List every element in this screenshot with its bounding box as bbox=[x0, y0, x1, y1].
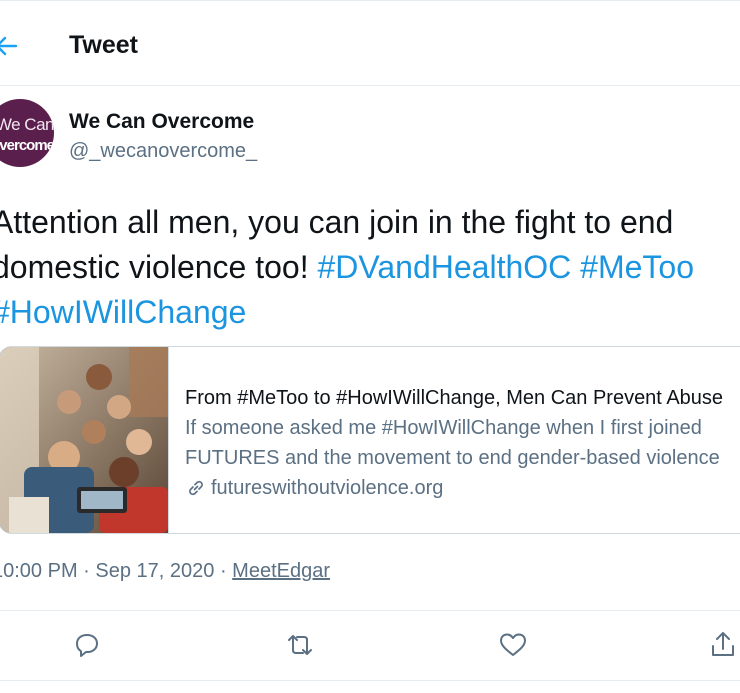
divider bbox=[0, 680, 740, 681]
link-card[interactable]: From #MeToo to #HowIWillChange, Men Can … bbox=[0, 346, 740, 534]
page-title: Tweet bbox=[69, 31, 138, 59]
tweet-meta: 10:00 PM · Sep 17, 2020 · MeetEdgar bbox=[0, 560, 330, 583]
heart-icon[interactable] bbox=[496, 628, 530, 662]
tweet-date[interactable]: Sep 17, 2020 bbox=[95, 560, 214, 582]
tweet-space bbox=[571, 249, 580, 285]
hashtag-link[interactable]: #DVandHealthOC bbox=[318, 249, 572, 285]
hashtag-link[interactable]: #HowIWillChange bbox=[0, 294, 246, 330]
hashtag-link[interactable]: #MeToo bbox=[580, 249, 694, 285]
tweet-line-2: domestic violence too! #DVandHealthOC #M… bbox=[0, 245, 740, 290]
tweet-source-link[interactable]: MeetEdgar bbox=[232, 560, 330, 582]
divider bbox=[0, 610, 740, 611]
tweet-line-1: Attention all men, you can join in the f… bbox=[0, 204, 674, 240]
card-link-domain[interactable]: futureswithoutviolence.org bbox=[211, 473, 443, 503]
retweet-icon[interactable] bbox=[283, 628, 317, 662]
card-image bbox=[0, 347, 169, 533]
tweet-line-3: #HowIWillChange bbox=[0, 290, 740, 335]
avatar-text-line2: Overcome bbox=[0, 137, 54, 154]
card-description-line1: If someone asked me #HowIWillChange when… bbox=[185, 417, 702, 439]
avatar-text-line1: We Can bbox=[0, 115, 54, 134]
reply-icon[interactable] bbox=[70, 628, 104, 662]
meta-separator: · bbox=[77, 560, 96, 582]
tweet-header: Tweet bbox=[0, 1, 740, 86]
card-title[interactable]: From #MeToo to #HowIWillChange, Men Can … bbox=[185, 383, 740, 413]
tweet-line-2-text: domestic violence too! bbox=[0, 249, 318, 285]
tweet-text: Attention all men, you can join in the f… bbox=[0, 200, 740, 335]
share-icon[interactable] bbox=[706, 628, 740, 662]
avatar[interactable]: We Can Overcome bbox=[0, 99, 54, 167]
arrow-left-icon[interactable] bbox=[0, 33, 20, 59]
card-body[interactable]: From #MeToo to #HowIWillChange, Men Can … bbox=[185, 383, 740, 503]
card-link[interactable]: futureswithoutviolence.org bbox=[185, 473, 740, 503]
link-icon bbox=[185, 477, 207, 499]
card-description-line2: FUTURES and the movement to end gender-b… bbox=[185, 447, 720, 469]
author-display-name[interactable]: We Can Overcome bbox=[69, 110, 254, 134]
author-handle[interactable]: @_wecanovercome_ bbox=[69, 140, 257, 163]
tweet-time[interactable]: 10:00 PM bbox=[0, 560, 78, 582]
meta-separator: · bbox=[214, 560, 233, 582]
